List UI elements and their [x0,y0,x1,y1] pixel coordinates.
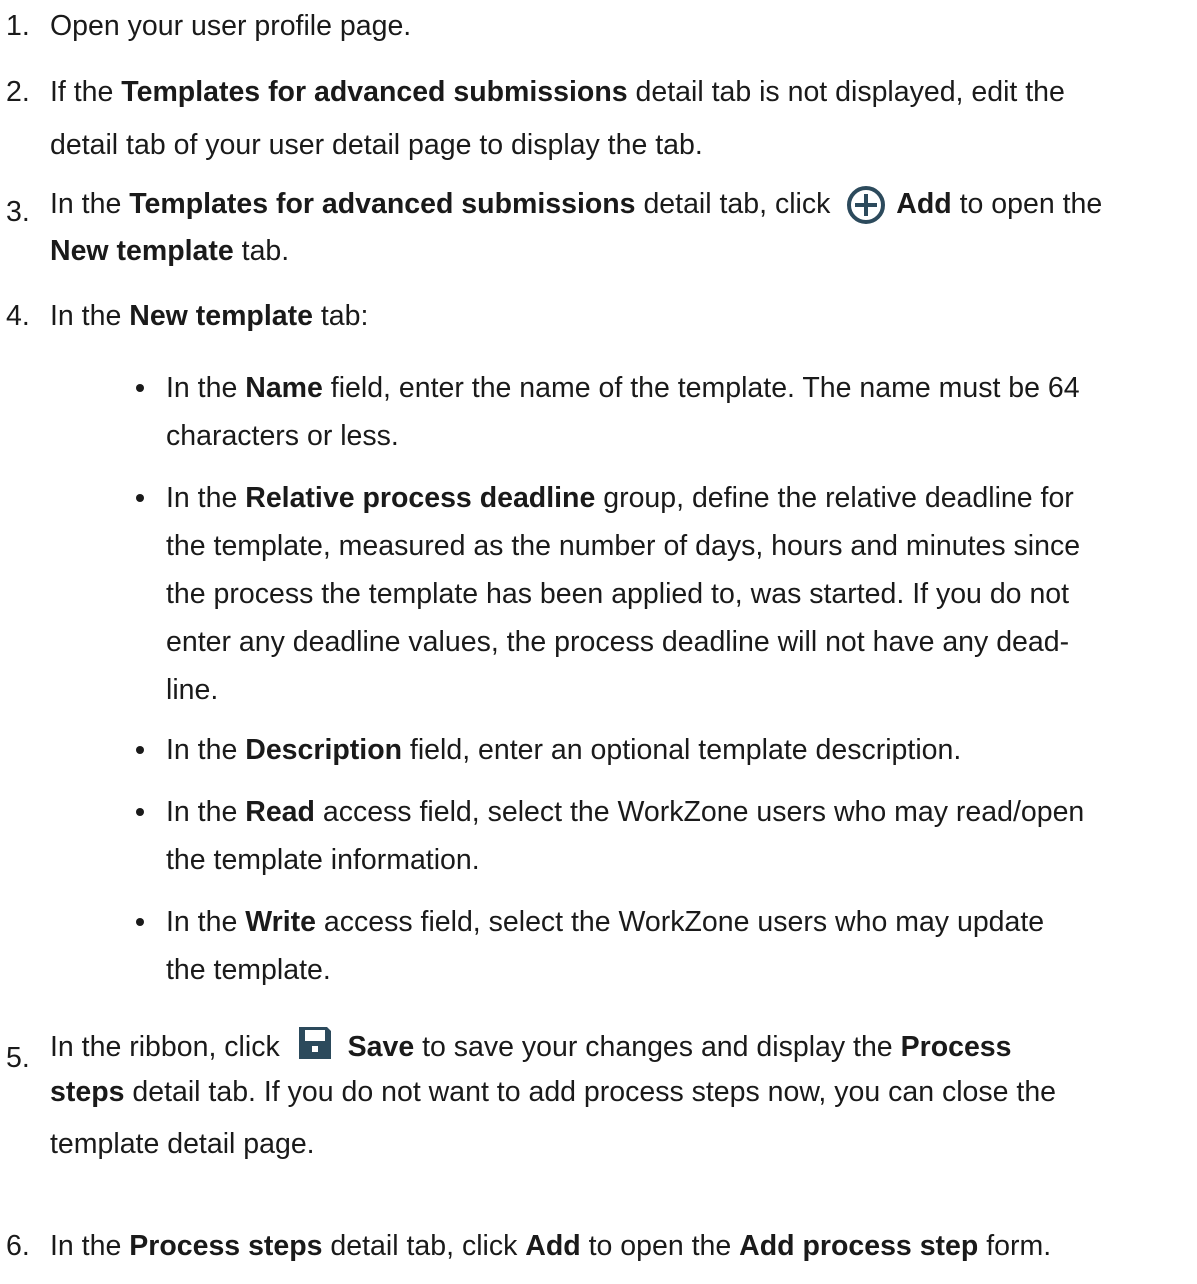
ui-term: New template [129,300,313,332]
text-run: access field, select the WorkZone users … [315,906,1045,938]
step-2-line-1: If the Templates for advanced submission… [50,70,1190,115]
ui-term: Process steps [129,1230,323,1262]
bullet-text: In the Relative process deadline group, … [166,476,1190,713]
step-number: 1. [6,10,30,42]
step-text: Open your user profile page. [50,4,1190,49]
text-run: In the [166,734,246,766]
text-run: tab: [312,300,369,332]
text-run: In the [166,796,246,828]
text-run: In the ribbon, click [50,1031,288,1063]
ui-term: steps [50,1076,125,1108]
bullet-line: In the Relative process deadline group, … [166,476,1190,521]
bullet-text: In the Read access field, select the Wor… [166,790,1190,883]
bullet-dot [136,384,144,392]
ui-term: Process [900,1031,1012,1063]
step-number: 4. [6,300,30,332]
save-icon [296,1024,334,1062]
text-run: If the [50,76,122,108]
bullet-text: In the Description field, enter an optio… [166,728,1190,773]
step-3-line-1: In the Templates for advanced submission… [50,182,1190,227]
step-5-line-2: steps detail tab. If you do not want to … [50,1070,1190,1115]
bullet-line: line. [166,674,219,706]
ui-term: Add [896,188,952,220]
bullet-line: In the Name field, enter the name of the… [166,366,1190,411]
text-run: In the [166,482,246,514]
ui-term: Write [245,906,316,938]
bullet-line: characters or less. [166,420,399,452]
text-run: In the [166,372,246,404]
text-run: In the [50,188,130,220]
text-run: access field, select the WorkZone users … [314,796,1085,828]
ui-term: Templates for advanced submissions [129,188,636,220]
step-3-line-2: New template tab. [50,229,1190,274]
step-5-line-3: template detail page. [50,1128,315,1160]
step-2-line-2: detail tab of your user detail page to d… [50,129,703,161]
bullet-text: In the Write access field, select the Wo… [166,900,1190,993]
text-run: field, enter an optional template descri… [402,734,962,766]
ui-term: Add [525,1230,581,1262]
ui-term: Description [245,734,403,766]
step-number: 6. [6,1230,30,1262]
step-text: If the Templates for advanced submission… [50,70,1190,168]
text-run: to save your changes and display the [414,1031,901,1063]
text-run: detail tab. If you do not want to add pr… [124,1076,1057,1108]
text-run: tab. [233,235,290,267]
step-number: 3. [6,196,30,228]
bullet-dot [136,494,144,502]
text-run: field, enter the name of the template. T… [322,372,1080,404]
bullet-text: In the Name field, enter the name of the… [166,366,1190,459]
text-run: detail tab, click [322,1230,526,1262]
text-run: group, define the relative deadline for [595,482,1074,514]
text-run: to open the [580,1230,740,1262]
step-number: 2. [6,76,30,108]
ui-term: Name [245,372,323,404]
ui-term: Add process step [739,1230,979,1262]
step-number: 5. [6,1042,30,1074]
text-run: detail tab is not displayed, edit the [627,76,1065,108]
text-run: to open the [951,188,1103,220]
ui-term: Read [245,796,315,828]
text-run: In the [50,1230,130,1262]
step-1-text: Open your user profile page. [50,10,412,42]
bullet-line: the template, measured as the number of … [166,530,1081,562]
bullet-line: the template. [166,954,331,986]
step-text: In the Process steps detail tab, click A… [50,1224,1190,1269]
ui-term: Save [347,1031,415,1063]
text-run: In the [50,300,130,332]
bullet-line: In the Description field, enter an optio… [166,728,1190,773]
step-text: In the ribbon, click Save to save your c… [50,1024,1190,1167]
step-text: In the New template tab: [50,294,1190,339]
step-5-line-1: In the ribbon, click Save to save your c… [50,1024,1190,1070]
add-circle-icon [846,185,886,225]
text-run: detail tab, click [635,188,839,220]
bullet-dot [136,918,144,926]
bullet-dot [136,746,144,754]
ui-term: Relative process deadline [245,482,596,514]
bullet-line: enter any deadline values, the process d… [166,626,1070,658]
bullet-dot [136,808,144,816]
ui-term: Templates for advanced submissions [121,76,628,108]
bullet-line: the template information. [166,844,480,876]
step-text: In the Templates for advanced submission… [50,182,1190,274]
bullet-line: In the Write access field, select the Wo… [166,900,1190,945]
text-run: form. [978,1230,1052,1262]
text-run: In the [166,906,246,938]
bullet-line: In the Read access field, select the Wor… [166,790,1190,835]
bullet-line: the process the template has been applie… [166,578,1070,610]
ui-term: New template [50,235,234,267]
